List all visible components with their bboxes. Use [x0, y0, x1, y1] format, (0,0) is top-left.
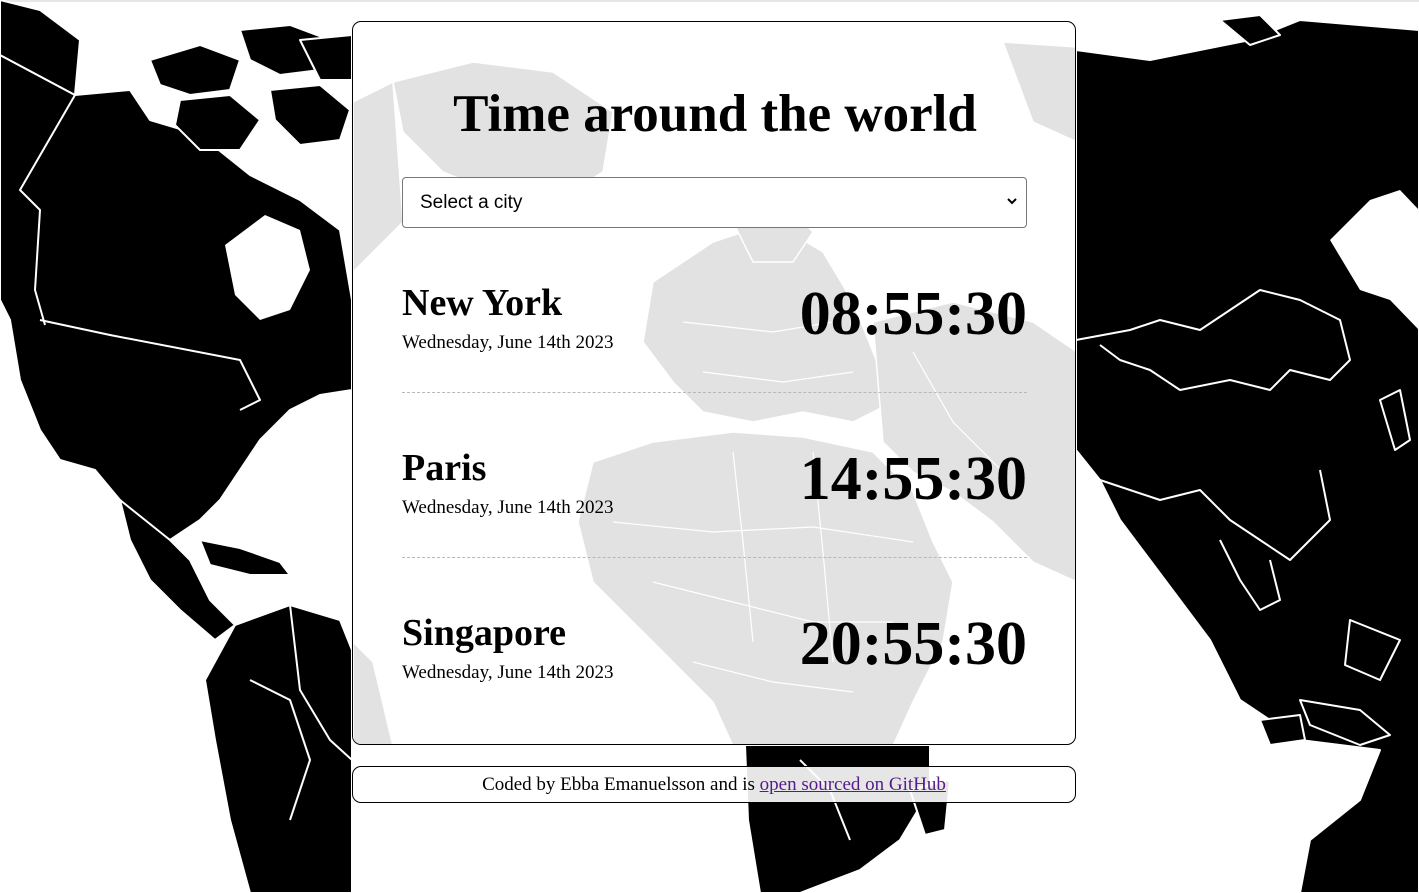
city-time: 14:55:30	[799, 445, 1027, 513]
github-link[interactable]: open sourced on GitHub	[760, 774, 946, 795]
city-row-paris: Paris Wednesday, June 14th 2023 14:55:30	[402, 393, 1027, 558]
city-select-value: Select a city	[420, 191, 523, 213]
city-row-new-york: New York Wednesday, June 14th 2023 08:55…	[402, 228, 1027, 393]
chevron-down-icon	[1007, 198, 1017, 205]
footer-text: Coded by Ebba Emanuelsson and is	[482, 774, 755, 795]
city-name: Singapore	[402, 612, 567, 654]
city-time: 08:55:30	[799, 280, 1027, 348]
page-title: Time around the world	[453, 85, 977, 143]
main-card: Time around the world Select a city New …	[352, 21, 1076, 745]
city-date: Wednesday, June 14th 2023	[402, 332, 614, 353]
footer: Coded by Ebba Emanuelsson and is open so…	[352, 766, 1076, 803]
city-row-singapore: Singapore Wednesday, June 14th 2023 20:5…	[402, 558, 1027, 723]
city-select[interactable]: Select a city	[402, 177, 1027, 228]
city-date: Wednesday, June 14th 2023	[402, 662, 614, 683]
city-time: 20:55:30	[799, 610, 1027, 678]
city-name: New York	[402, 282, 563, 324]
city-name: Paris	[402, 447, 487, 489]
city-date: Wednesday, June 14th 2023	[402, 497, 614, 518]
